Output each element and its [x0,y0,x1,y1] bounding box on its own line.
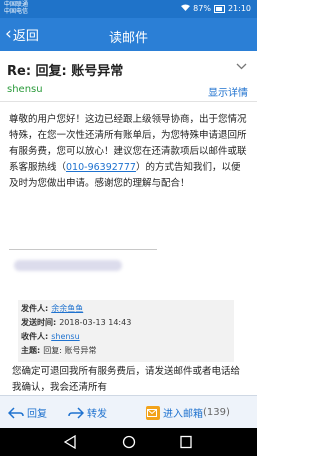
forward-label: 转发 [87,409,107,420]
status-right: 87% 21:10 [181,4,251,13]
reply-button[interactable]: 回复 [8,396,47,429]
reply-icon [8,406,24,419]
page-title: 读邮件 [108,31,148,46]
bottom-toolbar: 回复 转发 进入邮箱 (139) [0,395,257,429]
inbox-count: (139) [203,407,230,418]
blurred-signature [14,260,122,271]
wifi-icon [181,4,191,13]
battery-percent: 87% [193,4,211,13]
carrier-1: 中国联通 [4,1,29,8]
back-triangle-icon[interactable] [64,435,76,449]
quote-to-link[interactable]: shensu [51,332,79,341]
home-circle-icon[interactable] [122,435,136,449]
quote-from: 发件人: 余余鱼鱼 [21,304,84,313]
quoted-header: 发件人: 余余鱼鱼 发送时间: 2018-03-13 14:43 收件人: shens… [18,300,234,362]
status-bar: 中国联通 中国电信 87% 21:10 [0,0,257,18]
system-nav-bar [0,428,257,456]
quote-to: 收件人: shensu [21,332,80,341]
quoted-body: 您确定可退回我所有服务费后，请发送邮件或者电话给我确认，我会还清所有 [12,366,241,393]
chevron-down-icon[interactable] [236,60,247,73]
show-details-link[interactable]: 显示详情 [208,84,248,99]
email-header: Re: 回复: 账号异常 shensu 显示详情 [0,51,257,102]
forward-button[interactable]: 转发 [68,396,107,429]
sender-name[interactable]: shensu [7,84,43,95]
email-body: 尊敬的用户您好！这边已经跟上级领导协商，出于您情况特殊，在您一次性还清所有账单后… [9,112,249,192]
reply-label: 回复 [27,409,47,420]
quote-from-link[interactable]: 余余鱼鱼 [51,304,83,313]
clock: 21:10 [227,4,251,13]
inbox-button[interactable]: 进入邮箱 (139) [146,396,230,429]
carrier-2: 中国电信 [4,8,29,15]
phone-link[interactable]: 010-96392777 [66,162,136,173]
inbox-label: 进入邮箱 [163,409,203,420]
recent-apps-icon[interactable] [180,435,192,449]
quote-subject: 主题: 回复: 账号异常 [21,346,97,355]
quote-time: 发送时间: 2018-03-13 14:43 [21,318,132,327]
forward-icon [68,406,84,419]
email-subject: Re: 回复: 账号异常 [7,64,124,79]
title-bar: ‹ 返回 读邮件 [0,18,257,51]
mailbox-icon [146,405,160,420]
battery-icon [213,4,225,13]
signature-divider [9,249,157,250]
carrier-info: 中国联通 中国电信 [4,1,28,15]
